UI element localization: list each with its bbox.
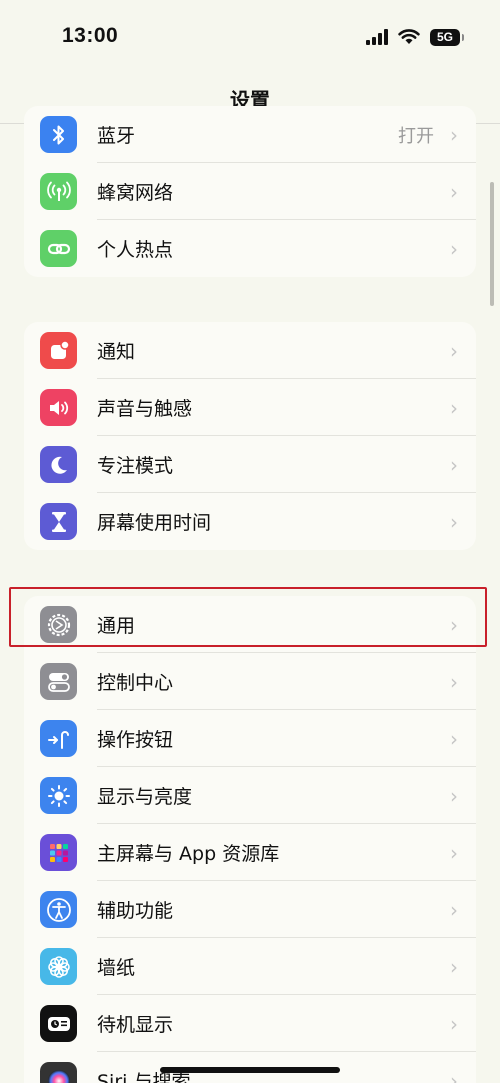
signal-icon <box>366 29 388 45</box>
settings-row-focus[interactable]: 专注模式 › <box>24 436 476 493</box>
chevron-right-icon: › <box>450 840 458 865</box>
chevron-right-icon: › <box>450 338 458 363</box>
scroll-indicator[interactable] <box>490 182 494 306</box>
wallpaper-flower-icon <box>40 948 77 985</box>
screen-time-hourglass-icon <box>40 503 77 540</box>
chevron-right-icon: › <box>450 452 458 477</box>
control-center-icon <box>40 663 77 700</box>
bluetooth-icon <box>40 116 77 153</box>
settings-row-home-screen[interactable]: 主屏幕与 App 资源库 › <box>24 824 476 881</box>
settings-row-label: 操作按钮 <box>97 729 174 751</box>
settings-row-label: 通知 <box>97 341 136 363</box>
settings-row-bluetooth[interactable]: 蓝牙 打开 › <box>24 106 476 163</box>
chevron-right-icon: › <box>450 1068 458 1083</box>
chevron-right-icon: › <box>450 954 458 979</box>
chevron-right-icon: › <box>450 179 458 204</box>
chevron-right-icon: › <box>450 897 458 922</box>
highlight-annotation-box <box>9 587 487 647</box>
chevron-right-icon: › <box>450 783 458 808</box>
settings-row-sounds[interactable]: 声音与触感 › <box>24 379 476 436</box>
action-button-icon <box>40 720 77 757</box>
settings-row-screen-time[interactable]: 屏幕使用时间 › <box>24 493 476 550</box>
chevron-right-icon: › <box>450 1011 458 1036</box>
chevron-right-icon: › <box>450 726 458 751</box>
wifi-icon <box>398 29 420 45</box>
settings-row-action-button[interactable]: 操作按钮 › <box>24 710 476 767</box>
hotspot-icon <box>40 230 77 267</box>
chevron-right-icon: › <box>450 669 458 694</box>
chevron-right-icon: › <box>450 395 458 420</box>
settings-group-general: 通用 › 控制中心 › 操作按钮 › 显示与亮度 › 主屏幕与 App 资源库 … <box>24 596 476 1083</box>
settings-screen: 13:00 5G 设置 蓝牙 打开 › 蜂窝网络 › 个人热点 › 通知 › 声… <box>0 0 500 1083</box>
settings-row-accessibility[interactable]: 辅助功能 › <box>24 881 476 938</box>
settings-row-label: 个人热点 <box>97 239 174 261</box>
chevron-right-icon: › <box>450 509 458 534</box>
settings-row-label: 屏幕使用时间 <box>97 512 212 534</box>
settings-row-display[interactable]: 显示与亮度 › <box>24 767 476 824</box>
cellular-icon <box>40 173 77 210</box>
standby-icon <box>40 1005 77 1042</box>
settings-row-label: 待机显示 <box>97 1014 174 1036</box>
settings-row-standby[interactable]: 待机显示 › <box>24 995 476 1052</box>
settings-row-label: 墙纸 <box>97 957 136 979</box>
settings-row-wallpaper[interactable]: 墙纸 › <box>24 938 476 995</box>
chevron-right-icon: › <box>450 122 458 147</box>
sound-icon <box>40 389 77 426</box>
settings-group-notifications: 通知 › 声音与触感 › 专注模式 › 屏幕使用时间 › <box>24 322 476 550</box>
network-badge: 5G <box>436 30 453 44</box>
settings-row-cellular[interactable]: 蜂窝网络 › <box>24 163 476 220</box>
settings-row-control-center[interactable]: 控制中心 › <box>24 653 476 710</box>
status-bar: 13:00 5G <box>0 0 500 64</box>
chevron-right-icon: › <box>450 236 458 261</box>
settings-group-connectivity: 蓝牙 打开 › 蜂窝网络 › 个人热点 › <box>24 106 476 277</box>
settings-row-label: 控制中心 <box>97 672 174 694</box>
focus-moon-icon <box>40 446 77 483</box>
settings-row-hotspot[interactable]: 个人热点 › <box>24 220 476 277</box>
settings-row-notifications[interactable]: 通知 › <box>24 322 476 379</box>
notification-icon <box>40 332 77 369</box>
status-time: 13:00 <box>62 24 119 47</box>
brightness-sun-icon <box>40 777 77 814</box>
home-screen-icon <box>40 834 77 871</box>
settings-row-value: 打开 <box>398 125 434 147</box>
settings-row-label: 主屏幕与 App 资源库 <box>97 843 280 865</box>
settings-row-label: 声音与触感 <box>97 398 193 420</box>
battery-icon: 5G <box>430 28 464 46</box>
home-indicator[interactable] <box>160 1067 340 1073</box>
status-icons: 5G <box>366 26 464 48</box>
settings-row-label: 显示与亮度 <box>97 786 193 808</box>
accessibility-icon <box>40 891 77 928</box>
settings-row-label: 蓝牙 <box>97 125 136 147</box>
settings-row-label: 蜂窝网络 <box>97 182 174 204</box>
settings-row-label: 专注模式 <box>97 455 174 477</box>
settings-row-label: 辅助功能 <box>97 900 174 922</box>
siri-icon <box>40 1062 77 1083</box>
